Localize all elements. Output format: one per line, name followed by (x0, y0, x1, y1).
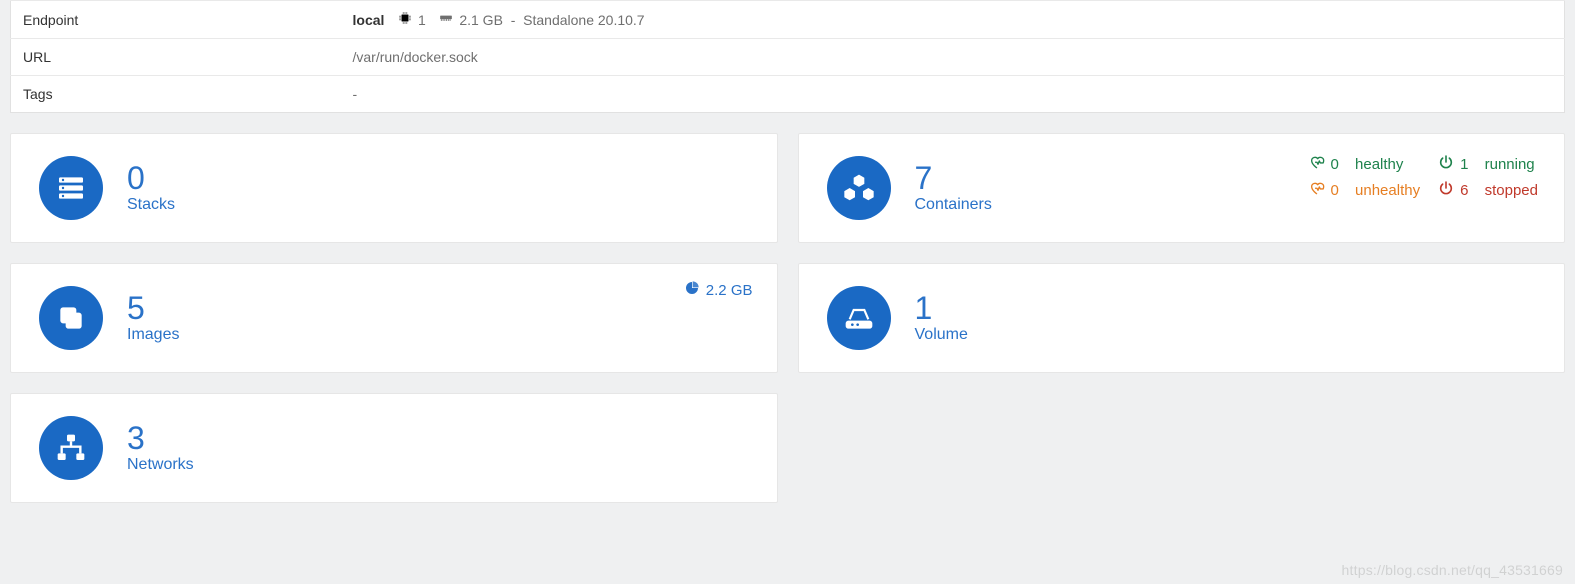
images-icon (39, 286, 103, 350)
cpu-icon (398, 11, 412, 25)
watermark: https://blog.csdn.net/qq_43531669 (1342, 562, 1563, 578)
heartbeat-icon (1309, 154, 1325, 174)
tile-images[interactable]: 5 Images 2.2 GB (10, 263, 778, 373)
stacks-label: Stacks (127, 196, 175, 214)
stopped-count: 6 (1460, 182, 1468, 199)
containers-icon (827, 156, 891, 220)
unhealthy-count: 0 (1331, 182, 1339, 199)
containers-label: Containers (915, 196, 992, 214)
healthy-count: 0 (1331, 156, 1339, 173)
volume-label: Volume (915, 326, 968, 344)
networks-count: 3 (127, 422, 194, 454)
tags-label: Tags (11, 76, 341, 113)
url-label: URL (11, 39, 341, 76)
tile-volume[interactable]: 1 Volume (798, 263, 1566, 373)
endpoint-value: local 1 2.1 GB - Standalone 20.10.7 (341, 1, 1565, 39)
url-value: /var/run/docker.sock (341, 39, 1565, 76)
status-unhealthy: 0 unhealthy (1309, 180, 1421, 200)
images-size: 2.2 GB (706, 282, 753, 299)
running-count: 1 (1460, 156, 1468, 173)
tile-containers[interactable]: 7 Containers 0 healthy 1 running 0 unhea… (798, 133, 1566, 243)
stacks-icon (39, 156, 103, 220)
containers-statuses: 0 healthy 1 running 0 unhealthy 6 stoppe… (1309, 154, 1538, 200)
healthy-text: healthy (1355, 156, 1403, 173)
endpoint-info-table: Endpoint local 1 2.1 GB - Standalone 20.… (10, 0, 1565, 113)
volume-count: 1 (915, 292, 968, 324)
ram-size: 2.1 GB (459, 12, 503, 28)
images-size-badge: 2.2 GB (684, 280, 753, 300)
power-icon (1438, 154, 1454, 174)
power-icon (1438, 180, 1454, 200)
heartbeat-icon (1309, 180, 1325, 200)
networks-label: Networks (127, 456, 194, 474)
endpoint-mode: Standalone 20.10.7 (523, 12, 644, 28)
tile-networks[interactable]: 3 Networks (10, 393, 778, 503)
containers-count: 7 (915, 162, 992, 194)
running-text: running (1485, 156, 1535, 173)
status-healthy: 0 healthy (1309, 154, 1421, 174)
dashboard-tiles: 0 Stacks 7 Containers 0 healthy 1 runnin… (0, 113, 1575, 513)
tile-stacks[interactable]: 0 Stacks (10, 133, 778, 243)
endpoint-name: local (353, 12, 385, 28)
status-stopped: 6 stopped (1438, 180, 1538, 200)
cpu-count: 1 (418, 12, 426, 28)
unhealthy-text: unhealthy (1355, 182, 1420, 199)
row-tags: Tags - (11, 76, 1565, 113)
row-endpoint: Endpoint local 1 2.1 GB - Standalone 20.… (11, 1, 1565, 39)
volume-icon (827, 286, 891, 350)
row-url: URL /var/run/docker.sock (11, 39, 1565, 76)
images-count: 5 (127, 292, 179, 324)
images-label: Images (127, 326, 179, 344)
stopped-text: stopped (1485, 182, 1538, 199)
tags-value: - (341, 76, 1565, 113)
pie-chart-icon (684, 280, 700, 300)
stacks-count: 0 (127, 162, 175, 194)
status-running: 1 running (1438, 154, 1538, 174)
memory-icon (439, 11, 453, 25)
networks-icon (39, 416, 103, 480)
endpoint-label: Endpoint (11, 1, 341, 39)
